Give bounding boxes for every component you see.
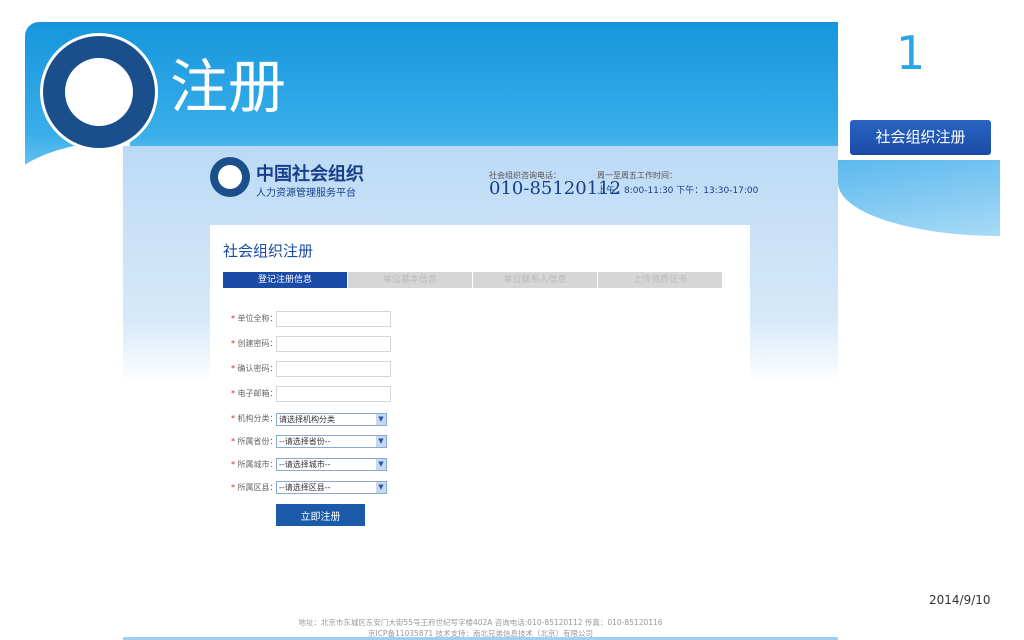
required-mark: * — [231, 364, 235, 373]
selected-value: 请选择机构分类 — [279, 415, 335, 424]
chevron-down-icon: ▼ — [376, 436, 386, 447]
slide-date: 2014/9/10 — [929, 593, 991, 607]
required-mark: * — [231, 437, 235, 446]
city-select[interactable]: --请选择城市-- ▼ — [276, 458, 387, 471]
tab-contact-info[interactable]: 单位联系人信息 — [473, 272, 597, 288]
confirm-password-input[interactable] — [276, 361, 391, 377]
required-mark: * — [231, 339, 235, 348]
label-text: 确认密码： — [237, 364, 278, 373]
field-label-password: * 创建密码： — [231, 336, 278, 352]
slide-title: 注册 — [170, 53, 287, 121]
label-text: 所属城市： — [237, 460, 278, 469]
required-mark: * — [231, 389, 235, 398]
label-text: 所属区县： — [237, 483, 278, 492]
site-logo-icon — [210, 157, 250, 197]
register-org-button[interactable]: 社会组织注册 — [850, 120, 991, 155]
field-label-email: * 电子邮箱： — [231, 386, 278, 402]
province-select[interactable]: --请选择省份-- ▼ — [276, 435, 387, 448]
field-label-org-name: * 单位全称： — [231, 311, 278, 327]
required-mark: * — [231, 314, 235, 323]
selected-value: --请选择区县-- — [279, 483, 331, 492]
label-text: 所属省份： — [237, 437, 278, 446]
selected-value: --请选择省份-- — [279, 437, 331, 446]
label-text: 创建密码： — [237, 339, 278, 348]
field-label-confirm-password: * 确认密码： — [231, 361, 278, 377]
chevron-down-icon: ▼ — [376, 482, 386, 493]
tab-upload-certificate[interactable]: 上传资质证书 — [598, 272, 722, 288]
register-submit-button[interactable]: 立即注册 — [276, 504, 365, 526]
chevron-down-icon: ▼ — [376, 414, 386, 425]
label-text: 机构分类： — [237, 414, 278, 423]
field-label-city: * 所属城市： — [231, 457, 278, 473]
district-select[interactable]: --请选择区县-- ▼ — [276, 481, 387, 494]
required-mark: * — [231, 414, 235, 423]
email-input[interactable] — [276, 386, 391, 402]
org-type-select[interactable]: 请选择机构分类 ▼ — [276, 413, 387, 426]
label-text: 单位全称： — [237, 314, 278, 323]
field-label-province: * 所属省份： — [231, 434, 278, 450]
org-name-input[interactable] — [276, 311, 391, 327]
decorative-swoosh — [838, 160, 1000, 236]
chevron-down-icon: ▼ — [376, 459, 386, 470]
required-mark: * — [231, 460, 235, 469]
site-subtitle: 人力资源管理服务平台 — [256, 188, 356, 199]
field-label-org-type: * 机构分类： — [231, 411, 278, 427]
label-text: 电子邮箱： — [237, 389, 278, 398]
password-input[interactable] — [276, 336, 391, 352]
hours: 上午：8:00-11:30 下午：13:30-17:00 — [597, 186, 759, 196]
page-number: 1 — [896, 26, 926, 80]
hours-label: 周一至周五工作时间： — [597, 171, 677, 180]
required-mark: * — [231, 483, 235, 492]
selected-value: --请选择城市-- — [279, 460, 331, 469]
tab-registration-info[interactable]: 登记注册信息 — [223, 272, 347, 288]
footer-address: 地址：北京市东城区东安门大街55号王府世纪写字楼402A 咨询电话:010-85… — [298, 618, 663, 627]
tab-basic-info[interactable]: 单位基本信息 — [348, 272, 472, 288]
field-label-district: * 所属区县： — [231, 480, 278, 496]
site-name: 中国社会组织 — [256, 164, 364, 185]
form-title: 社会组织注册 — [223, 242, 314, 260]
organization-logo — [40, 33, 158, 151]
